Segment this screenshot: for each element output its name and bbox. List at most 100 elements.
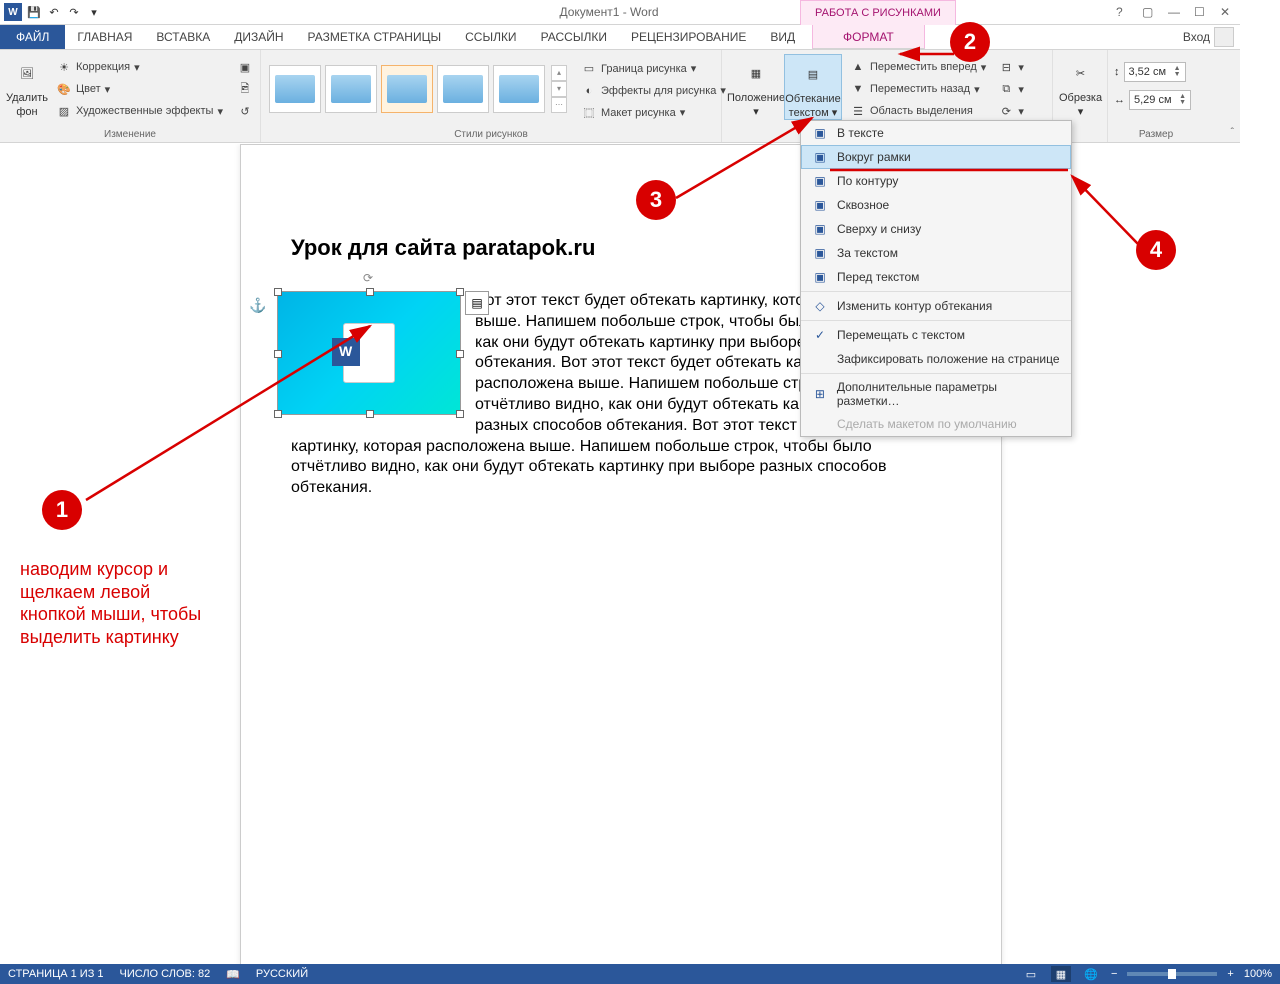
proofing-icon[interactable]: 📖: [226, 968, 240, 981]
style-thumb[interactable]: [437, 65, 489, 113]
word-doc-icon: [343, 323, 395, 383]
menu-fix-position[interactable]: Зафиксировать положение на странице: [801, 347, 1071, 371]
status-page[interactable]: СТРАНИЦА 1 ИЗ 1: [8, 968, 104, 980]
menu-edit-wrap-points[interactable]: ◇Изменить контур обтекания: [801, 294, 1071, 318]
wrap-square-icon: ▣: [811, 149, 829, 165]
compress-pictures-button[interactable]: ▣: [233, 58, 257, 76]
menu-inline[interactable]: ▣В тексте: [801, 121, 1071, 145]
menu-move-with-text[interactable]: ✓Перемещать с текстом: [801, 323, 1071, 347]
color-button[interactable]: 🎨Цвет ▾: [52, 80, 227, 98]
width-input[interactable]: ↔ 5,29 см▲▼: [1114, 90, 1191, 110]
gallery-down-icon[interactable]: ▾: [551, 81, 567, 97]
height-icon: ↕: [1114, 66, 1120, 78]
picture-effects-button[interactable]: ◐Эффекты для рисунка ▾: [577, 82, 730, 100]
tab-format[interactable]: ФОРМАТ: [812, 25, 925, 49]
tab-page-layout[interactable]: РАЗМЕТКА СТРАНИЦЫ: [296, 25, 454, 49]
resize-handle[interactable]: [456, 350, 464, 358]
menu-front[interactable]: ▣Перед текстом: [801, 265, 1071, 289]
qat-dropdown-icon[interactable]: ▾: [86, 4, 102, 20]
collapse-ribbon-icon[interactable]: ˆ: [1231, 127, 1234, 138]
ribbon-options-icon[interactable]: ▢: [1142, 5, 1156, 19]
menu-tight[interactable]: ▣По контуру: [801, 169, 1071, 193]
style-thumb[interactable]: [269, 65, 321, 113]
wrap-topbottom-icon: ▣: [811, 221, 829, 237]
sign-in[interactable]: Вход: [1183, 25, 1234, 49]
tab-mailings[interactable]: РАССЫЛКИ: [529, 25, 619, 49]
zoom-out-icon[interactable]: −: [1111, 968, 1117, 980]
resize-handle[interactable]: [274, 350, 282, 358]
crop-button[interactable]: ✂ Обрезка▾: [1059, 54, 1102, 118]
height-input[interactable]: ↕ 3,52 см▲▼: [1114, 62, 1191, 82]
group-button[interactable]: ⧉▾: [994, 80, 1028, 98]
align-button[interactable]: ⊟▾: [994, 58, 1028, 76]
compress-icon: ▣: [237, 59, 253, 75]
picture-layout-button[interactable]: ⿴Макет рисунка ▾: [577, 104, 730, 122]
resize-handle[interactable]: [274, 288, 282, 296]
zoom-in-icon[interactable]: +: [1227, 968, 1233, 980]
resize-handle[interactable]: [456, 410, 464, 418]
color-icon: 🎨: [56, 81, 72, 97]
redo-icon[interactable]: ↷: [66, 4, 82, 20]
layout-options-icon[interactable]: ▤: [465, 291, 489, 315]
undo-icon[interactable]: ↶: [46, 4, 62, 20]
style-thumb[interactable]: [381, 65, 433, 113]
tab-home[interactable]: ГЛАВНАЯ: [65, 25, 144, 49]
tab-file[interactable]: ФАЙЛ: [0, 25, 65, 49]
selection-pane-button[interactable]: ☰Область выделения: [846, 102, 990, 120]
wrap-behind-icon: ▣: [811, 245, 829, 261]
menu-square[interactable]: ▣Вокруг рамки: [801, 145, 1071, 169]
tab-references[interactable]: ССЫЛКИ: [453, 25, 528, 49]
help-icon[interactable]: ?: [1116, 5, 1130, 19]
status-language[interactable]: РУССКИЙ: [256, 968, 308, 980]
change-picture-button[interactable]: 🖻: [233, 80, 257, 98]
resize-handle[interactable]: [274, 410, 282, 418]
save-icon[interactable]: 💾: [26, 4, 42, 20]
rotation-handle-icon[interactable]: ⟳: [363, 271, 375, 283]
reset-picture-button[interactable]: ↺: [233, 102, 257, 120]
remove-background-button[interactable]: 🖼 Удалить фон: [6, 54, 48, 118]
menu-behind[interactable]: ▣За текстом: [801, 241, 1071, 265]
view-web-icon[interactable]: 🌐: [1081, 966, 1101, 982]
resize-handle[interactable]: [456, 288, 464, 296]
tab-insert[interactable]: ВСТАВКА: [144, 25, 222, 49]
artistic-effects-button[interactable]: ▨Художественные эффекты ▾: [52, 102, 227, 120]
brightness-icon: ☀: [56, 59, 72, 75]
zoom-slider[interactable]: [1127, 972, 1217, 976]
position-button[interactable]: ▦ Положение▾: [728, 54, 784, 118]
picture-border-button[interactable]: ▭Граница рисунка ▾: [577, 60, 730, 78]
close-icon[interactable]: ✕: [1220, 5, 1234, 19]
menu-more-layout[interactable]: ⊞Дополнительные параметры разметки…: [801, 376, 1071, 412]
tab-view[interactable]: ВИД: [758, 25, 807, 49]
maximize-icon[interactable]: ☐: [1194, 5, 1208, 19]
document-area[interactable]: Урок для сайта paratapok.ru ⟳ ⚓ ▤ Вот э: [0, 144, 1280, 964]
wrap-inline-icon: ▣: [811, 125, 829, 141]
minimize-icon[interactable]: —: [1168, 5, 1182, 19]
menu-top-bottom[interactable]: ▣Сверху и снизу: [801, 217, 1071, 241]
selected-image[interactable]: ⟳ ⚓ ▤: [277, 291, 461, 415]
gallery-up-icon[interactable]: ▴: [551, 65, 567, 81]
menu-through[interactable]: ▣Сквозное: [801, 193, 1071, 217]
style-thumb[interactable]: [325, 65, 377, 113]
zoom-level[interactable]: 100%: [1244, 968, 1272, 980]
view-read-icon[interactable]: ▭: [1021, 966, 1041, 982]
style-thumb[interactable]: [493, 65, 545, 113]
ribbon-tabs: ФАЙЛ ГЛАВНАЯ ВСТАВКА ДИЗАЙН РАЗМЕТКА СТР…: [0, 25, 1240, 50]
corrections-button[interactable]: ☀Коррекция ▾: [52, 58, 227, 76]
resize-handle[interactable]: [366, 410, 374, 418]
tab-review[interactable]: РЕЦЕНЗИРОВАНИЕ: [619, 25, 758, 49]
gallery-more-icon[interactable]: ⋯: [551, 97, 567, 113]
document-title: Документ1 - Word: [102, 5, 1116, 19]
bring-forward-button[interactable]: ▲Переместить вперед ▾: [846, 58, 990, 76]
reset-icon: ↺: [237, 103, 253, 119]
menu-set-default: Сделать макетом по умолчанию: [801, 412, 1071, 436]
tab-design[interactable]: ДИЗАЙН: [222, 25, 295, 49]
view-print-icon[interactable]: ▦: [1051, 966, 1071, 982]
resize-handle[interactable]: [366, 288, 374, 296]
picture-styles-gallery[interactable]: ▴ ▾ ⋯: [267, 61, 569, 117]
send-backward-icon: ▼: [850, 81, 866, 97]
rotate-button[interactable]: ⟳▾: [994, 102, 1028, 120]
wrap-text-button[interactable]: ▤ Обтекание текстом ▾: [784, 54, 842, 120]
status-words[interactable]: ЧИСЛО СЛОВ: 82: [120, 968, 211, 980]
remove-background-icon: 🖼: [11, 58, 43, 90]
send-backward-button[interactable]: ▼Переместить назад ▾: [846, 80, 990, 98]
